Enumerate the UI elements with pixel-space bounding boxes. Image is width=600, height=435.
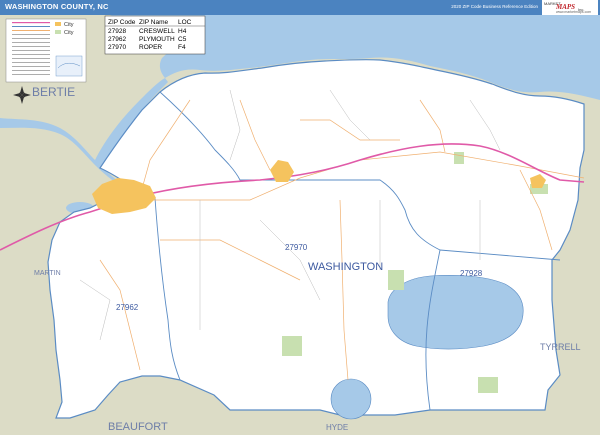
- zip-row-3-code: 27970: [108, 44, 126, 51]
- zip-row-2-loc: C5: [178, 36, 187, 43]
- zip-table: ZIP Code ZIP Name LOC 27928 CRESWELL H4 …: [104, 15, 206, 55]
- zip-row-1-code: 27928: [108, 28, 126, 35]
- county-map: City City ZIP Code ZIP Name LOC 27928 CR…: [0, 15, 600, 435]
- label-zip-27970: 27970: [285, 243, 308, 252]
- zip-header-loc: LOC: [178, 19, 192, 26]
- zip-row-1-name: CRESWELL: [139, 28, 175, 35]
- zip-row-1-loc: H4: [178, 28, 187, 35]
- legend-city2-label: City: [64, 30, 74, 36]
- park-1: [388, 270, 404, 290]
- park-3: [478, 377, 498, 393]
- park-2: [282, 336, 302, 356]
- map-legend: City City: [5, 18, 87, 83]
- zip-header-code: ZIP Code: [108, 19, 136, 26]
- lake-phelps: [387, 274, 524, 350]
- legend-city-label: City: [64, 22, 74, 28]
- label-hyde: HYDE: [326, 423, 348, 432]
- label-tyrrell: TYRRELL: [540, 342, 581, 352]
- zip-row-3-name: ROPER: [139, 44, 162, 51]
- map-title: WASHINGTON COUNTY, NC: [5, 2, 109, 11]
- label-zip-27928: 27928: [460, 269, 483, 278]
- zip-row-3-loc: F4: [178, 44, 186, 51]
- zip-row-2-code: 27962: [108, 36, 126, 43]
- park-4: [454, 152, 464, 164]
- zip-row-2-name: PLYMOUTH: [139, 36, 175, 43]
- title-bar: WASHINGTON COUNTY, NC 2020 ZIP Code Busi…: [0, 0, 600, 15]
- pungo-lake: [330, 378, 372, 420]
- edition-label: 2020 ZIP Code Business Reference Edition: [451, 4, 538, 9]
- label-martin: MARTIN: [34, 270, 61, 277]
- label-beaufort: BEAUFORT: [108, 421, 168, 433]
- map-frame: WASHINGTON COUNTY, NC 2020 ZIP Code Busi…: [0, 0, 600, 435]
- label-bertie: BERTIE: [32, 85, 75, 99]
- label-county-washington: WASHINGTON: [308, 261, 383, 273]
- market-maps-logo: MARKET MAPS Inc. www.marketmaps.com: [542, 0, 598, 15]
- logo-line4: www.marketmaps.com: [556, 10, 592, 14]
- zip-header-name: ZIP Name: [139, 19, 169, 26]
- label-zip-27962: 27962: [116, 303, 139, 312]
